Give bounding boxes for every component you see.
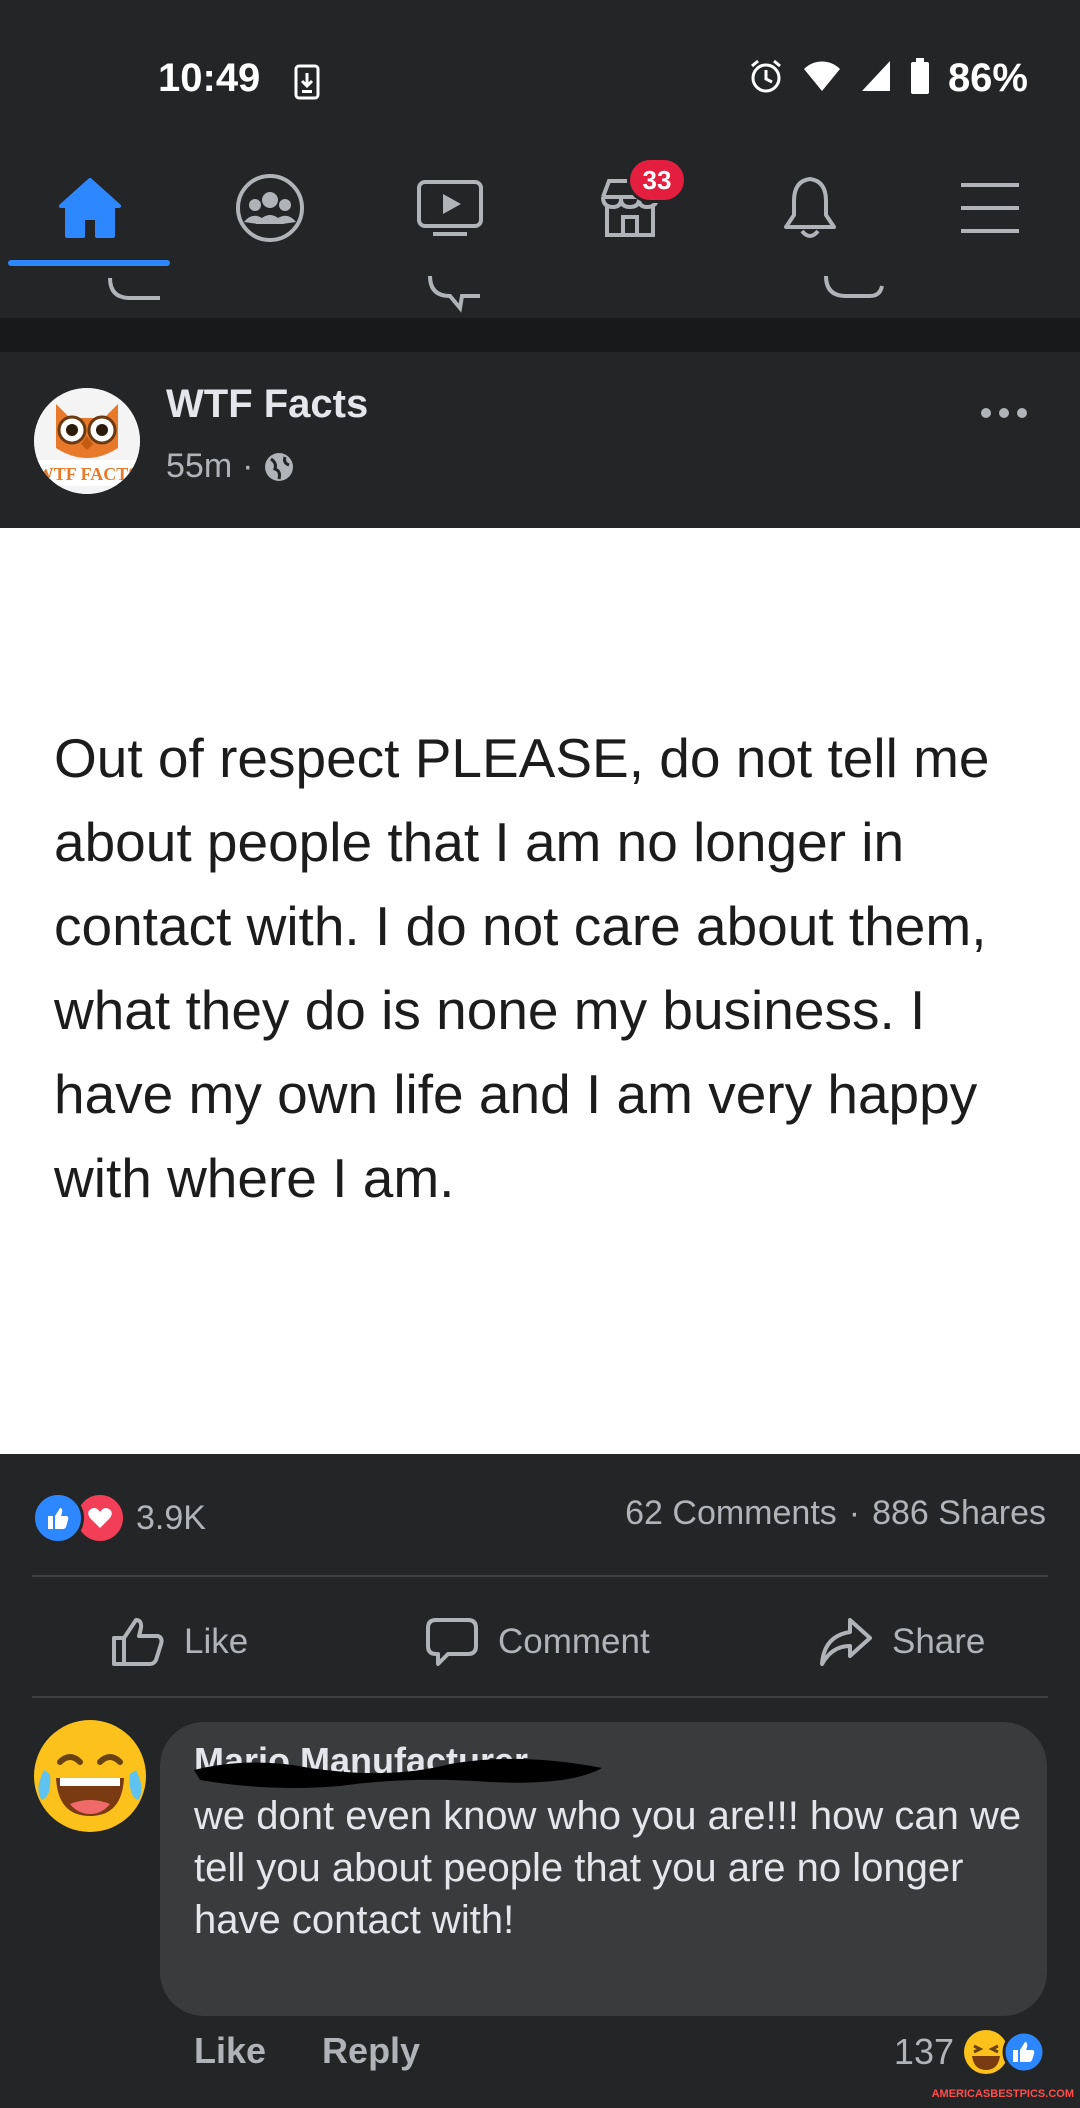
comment-reaction-count: 137 xyxy=(893,2031,954,2072)
battery-icon xyxy=(910,58,930,99)
post-header xyxy=(0,352,1080,528)
reaction-count: 3.9K xyxy=(136,1498,206,1537)
comment-icon xyxy=(426,1618,478,1666)
nav-watch[interactable] xyxy=(400,168,500,248)
commenter-avatar[interactable] xyxy=(30,1716,150,1836)
post-meta: 55m · xyxy=(166,447,295,486)
more-icon xyxy=(981,408,1027,418)
reactions-divider xyxy=(32,1575,1048,1577)
status-icons: 86% xyxy=(748,56,1028,101)
thumbs-up-icon xyxy=(112,1618,164,1666)
video-icon xyxy=(417,180,483,236)
wifi-icon xyxy=(802,59,842,98)
nav-menu[interactable] xyxy=(940,168,1040,248)
share-label: Share xyxy=(892,1622,986,1661)
comment-actions: Like Reply xyxy=(194,2030,420,2072)
bell-icon xyxy=(784,177,836,238)
home-icon xyxy=(59,178,121,238)
post-image-text: Out of respect PLEASE, do not tell me ab… xyxy=(54,727,990,1209)
marketplace-badge: 33 xyxy=(630,160,684,200)
hamburger-icon xyxy=(961,183,1019,233)
like-label: Like xyxy=(184,1622,249,1661)
laughing-emoji-icon xyxy=(34,1720,146,1832)
watermark: AMERICASBESTPICS.COM xyxy=(931,2088,1074,2100)
shares-count[interactable]: 886 Shares xyxy=(872,1494,1046,1533)
comment-text: we dont even know who you are!!! how can… xyxy=(194,1794,1022,1942)
feed-separator xyxy=(0,318,1080,352)
previous-post-actions xyxy=(0,268,1080,318)
page-name[interactable]: WTF Facts xyxy=(166,382,368,427)
post-stats: 62 Comments · 886 Shares xyxy=(625,1494,1046,1533)
top-nav: 33 xyxy=(0,150,1080,270)
comment-label: Comment xyxy=(498,1622,650,1661)
groups-icon xyxy=(236,174,304,242)
nav-notifications[interactable] xyxy=(760,168,860,248)
meta-separator: · xyxy=(242,447,254,485)
like-button[interactable]: Like xyxy=(110,1612,248,1672)
signal-icon xyxy=(860,59,892,98)
nav-home[interactable] xyxy=(40,168,140,248)
page-avatar[interactable]: WTF FACTS xyxy=(34,388,140,494)
status-time: 10:49 xyxy=(158,56,261,100)
comments-count[interactable]: 62 Comments xyxy=(625,1494,837,1533)
actions-divider xyxy=(32,1696,1048,1698)
globe-icon xyxy=(265,452,294,481)
stats-separator: · xyxy=(848,1494,861,1532)
comment-reply-button[interactable]: Reply xyxy=(322,2030,420,2072)
owl-logo-icon: WTF FACTS xyxy=(34,388,140,494)
share-icon xyxy=(820,1618,872,1666)
like-reaction-icon xyxy=(32,1492,84,1544)
comment-like-button[interactable]: Like xyxy=(194,2030,266,2072)
active-tab-indicator xyxy=(8,260,170,266)
comment-reactions[interactable]: 137 xyxy=(894,2028,1046,2076)
share-button[interactable]: Share xyxy=(818,1612,985,1672)
comment-button[interactable]: Comment xyxy=(424,1612,650,1672)
download-icon xyxy=(294,64,320,105)
like-reaction-small-icon xyxy=(1002,2030,1046,2074)
battery-percent: 86% xyxy=(947,56,1028,100)
alarm-icon xyxy=(748,58,784,99)
more-options-button[interactable] xyxy=(980,385,1028,430)
post-time[interactable]: 55m xyxy=(166,447,232,486)
reactions-summary[interactable]: 3.9K xyxy=(32,1492,206,1544)
nav-groups[interactable] xyxy=(220,168,320,248)
